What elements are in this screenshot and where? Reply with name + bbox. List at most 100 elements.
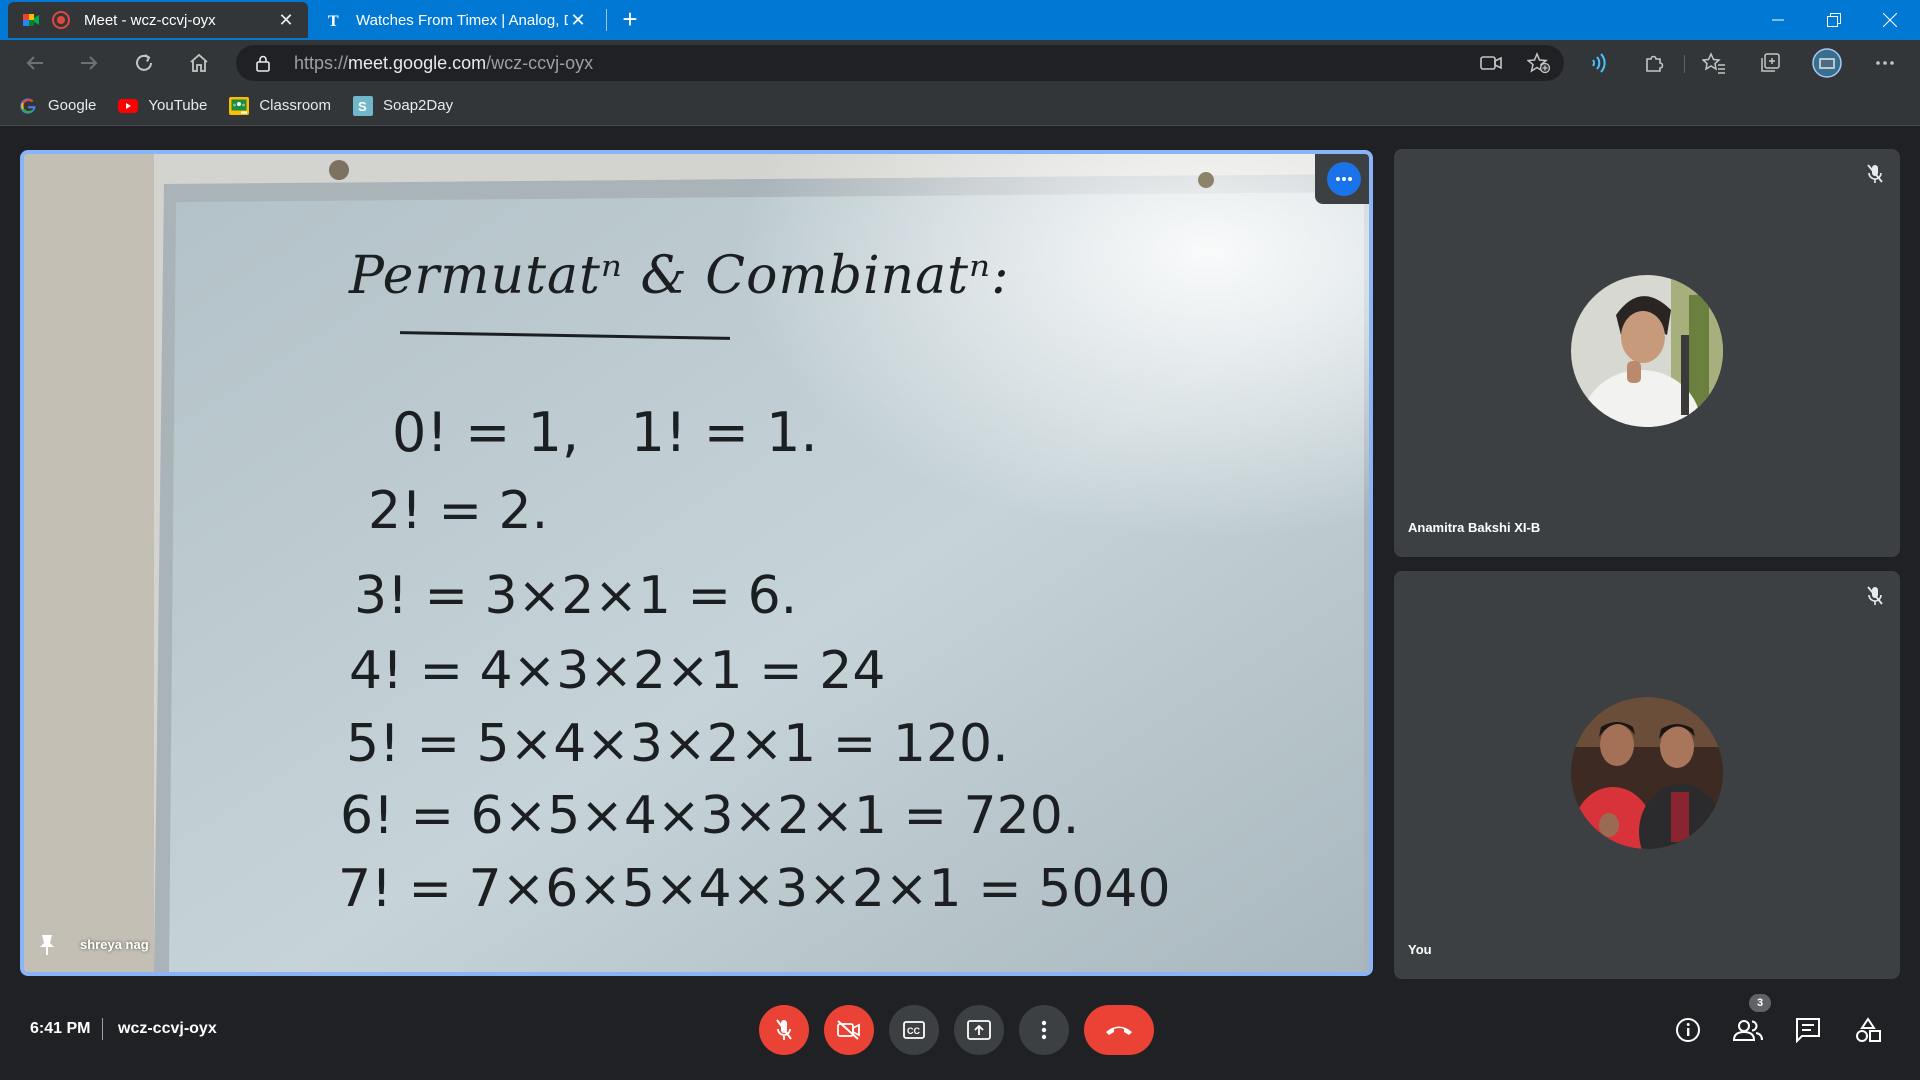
back-button[interactable] <box>18 46 52 80</box>
bookmark-youtube[interactable]: YouTube <box>118 96 207 116</box>
bookmark-label: Classroom <box>259 97 332 114</box>
arrow-left-icon <box>26 56 43 70</box>
meeting-time: 6:41 PM <box>30 1020 91 1037</box>
url-path: /wcz-ccvj-oyx <box>486 52 594 73</box>
tab-meet[interactable]: Meet - wcz-ccvj-oyx ✕ <box>8 2 308 38</box>
captions-icon: CC <box>903 1021 925 1039</box>
tile-options-button[interactable] <box>1327 162 1361 196</box>
meet-icon <box>23 14 39 26</box>
leave-call-button[interactable] <box>1084 1005 1154 1055</box>
whiteboard-line: 3! = 3×2×1 = 6. <box>354 566 798 626</box>
forward-button[interactable] <box>72 46 106 80</box>
close-icon <box>1883 13 1897 27</box>
present-icon <box>967 1020 991 1040</box>
reload-button[interactable] <box>127 46 161 80</box>
captions-button[interactable]: CC <box>889 1005 939 1055</box>
restore-icon <box>1827 13 1841 27</box>
main-video-tile[interactable]: Permutatⁿ & Combinatⁿ: 0! = 1, 1! = 1. 2… <box>20 150 1373 976</box>
collections-button[interactable] <box>1753 46 1787 80</box>
bookmarks-bar: Google YouTube Classroom S Soap2Day <box>0 86 1920 126</box>
meet-stage: Permutatⁿ & Combinatⁿ: 0! = 1, 1! = 1. 2… <box>0 127 1920 1080</box>
recording-icon <box>52 11 70 29</box>
more-options-button[interactable] <box>1019 1005 1069 1055</box>
avatar <box>1571 697 1723 849</box>
refresh-icon <box>136 54 152 71</box>
collections-icon <box>1761 53 1780 72</box>
whiteboard-line: 2! = 2. <box>368 481 549 541</box>
bookmark-classroom[interactable]: Classroom <box>229 96 331 116</box>
meeting-code: wcz-ccvj-oyx <box>118 1020 217 1037</box>
whiteboard-line: 7! = 7×6×5×4×3×2×1 = 5040 <box>338 859 1171 919</box>
whiteboard-line: 0! = 1, 1! = 1. <box>392 401 818 464</box>
puzzle-icon <box>1646 55 1664 72</box>
lock-icon <box>256 55 270 72</box>
meeting-details-button[interactable] <box>1670 1012 1706 1048</box>
camera-toggle-button[interactable] <box>824 1005 874 1055</box>
tab-title: Watches From Timex | Analog, D <box>356 11 568 29</box>
url-host: meet.google.com <box>348 52 487 73</box>
mic-toggle-button[interactable] <box>759 1005 809 1055</box>
tab-title: Meet - wcz-ccvj-oyx <box>84 11 216 29</box>
participant-name: Anamitra Bakshi XI-B <box>1408 520 1541 535</box>
close-window-button[interactable] <box>1862 0 1918 40</box>
mic-off-icon <box>1867 586 1883 605</box>
read-aloud-button[interactable] <box>1582 46 1616 80</box>
activities-button[interactable] <box>1850 1012 1886 1048</box>
avatar <box>1571 275 1723 427</box>
whiteboard-heading: Permutatⁿ & Combinatⁿ: <box>349 246 1010 306</box>
info-icon <box>1676 1018 1700 1042</box>
people-icon <box>1733 1020 1763 1041</box>
activities-icon <box>1856 1017 1881 1042</box>
bookmark-label: Soap2Day <box>383 97 454 114</box>
new-tab-button[interactable]: + <box>616 4 644 36</box>
bookmark-google[interactable]: Google <box>18 96 96 116</box>
tab-timex[interactable]: T Watches From Timex | Analog, D ✕ <box>312 2 600 38</box>
svg-text:T: T <box>328 13 339 29</box>
mic-off-icon <box>776 1019 792 1040</box>
youtube-icon <box>118 96 139 116</box>
minimize-icon <box>1772 19 1784 21</box>
camera-icon <box>1480 56 1502 70</box>
home-icon <box>190 53 208 72</box>
camera-off-icon <box>837 1020 860 1040</box>
participant-tile[interactable]: Anamitra Bakshi XI-B <box>1394 149 1900 557</box>
close-icon[interactable]: ✕ <box>276 10 296 31</box>
bookmark-label: YouTube <box>148 97 208 114</box>
self-tile[interactable]: You <box>1394 571 1900 979</box>
chat-button[interactable] <box>1790 1012 1826 1048</box>
meeting-controls-bar: 6:41 PM wcz-ccvj-oyx CC 3 <box>0 984 1920 1080</box>
avatar <box>1812 48 1842 78</box>
address-bar[interactable]: https://meet.google.com/wcz-ccvj-oyx <box>236 45 1564 81</box>
bookmark-soap2day[interactable]: S Soap2Day <box>353 95 454 116</box>
soap2day-icon: S <box>353 95 374 116</box>
whiteboard-line: 6! = 6×5×4×3×2×1 = 720. <box>340 786 1080 846</box>
muted-indicator <box>1862 161 1888 187</box>
url-scheme: https:// <box>294 52 349 73</box>
classroom-icon <box>229 96 250 116</box>
participant-count-badge: 3 <box>1749 994 1771 1012</box>
camera-in-use-button[interactable] <box>1474 46 1508 80</box>
arrow-right-icon <box>81 56 98 70</box>
participants-button[interactable] <box>1730 1012 1766 1048</box>
participant-name: You <box>1408 942 1432 957</box>
profile-button[interactable] <box>1810 46 1844 80</box>
mic-off-icon <box>1867 164 1883 183</box>
more-vertical-icon <box>1041 1020 1047 1040</box>
present-screen-button[interactable] <box>954 1005 1004 1055</box>
muted-indicator <box>1862 583 1888 609</box>
more-horizontal-icon <box>1876 61 1894 65</box>
settings-menu-button[interactable] <box>1868 46 1902 80</box>
home-button[interactable] <box>182 46 216 80</box>
svg-text:CC: CC <box>907 1026 920 1036</box>
browser-toolbar: https://meet.google.com/wcz-ccvj-oyx <box>0 40 1920 86</box>
restore-button[interactable] <box>1806 0 1862 40</box>
whiteboard-line: 5! = 5×4×3×2×1 = 120. <box>346 714 1009 774</box>
chat-icon <box>1796 1018 1820 1043</box>
read-aloud-icon <box>1592 53 1606 73</box>
add-favorite-button[interactable] <box>1522 46 1556 80</box>
extensions-button[interactable] <box>1637 46 1671 80</box>
close-icon[interactable]: ✕ <box>568 10 588 31</box>
favorites-button[interactable] <box>1697 46 1731 80</box>
tab-divider <box>606 9 607 31</box>
minimize-button[interactable] <box>1750 0 1806 40</box>
